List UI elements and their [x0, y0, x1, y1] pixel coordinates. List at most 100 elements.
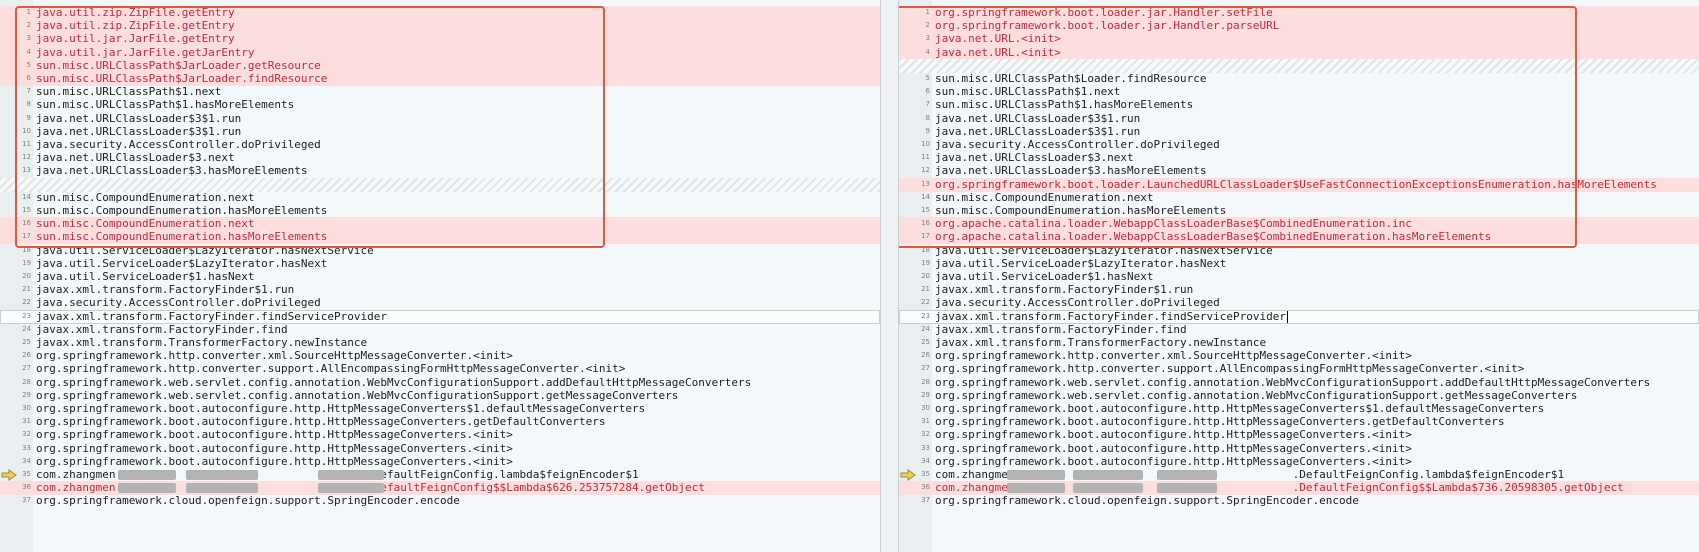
line-number: 14	[921, 192, 930, 201]
code-line[interactable]: 16 org.apache.catalina.loader.WebappClass…	[899, 217, 1699, 232]
code-line[interactable]: 25 javax.xml.transform.TransformerFactory…	[0, 336, 880, 350]
redaction-blur	[1007, 470, 1065, 480]
code-line[interactable]: 17 org.apache.catalina.loader.WebappClass…	[899, 230, 1699, 245]
code-line[interactable]: 34 org.springframework.boot.autoconfigure…	[899, 455, 1699, 469]
code-line[interactable]: 21 javax.xml.transform.FactoryFinder$1.ru…	[899, 283, 1699, 297]
code-text: org.apache.catalina.loader.WebappClassLo…	[935, 230, 1492, 244]
code-line[interactable]: 10 java.security.AccessController.doPrivi…	[899, 138, 1699, 152]
code-line[interactable]: 24 javax.xml.transform.FactoryFinder.find	[0, 323, 880, 337]
code-line[interactable]: 18 java.util.ServiceLoader$LazyIterator.h…	[0, 244, 880, 258]
code-line[interactable]: 34 org.springframework.boot.autoconfigure…	[0, 455, 880, 469]
line-number: 17	[921, 232, 930, 241]
code-line[interactable]: 1 org.springframework.boot.loader.jar.Han…	[899, 6, 1699, 20]
code-line[interactable]: 32 org.springframework.boot.autoconfigure…	[0, 428, 880, 442]
code-line[interactable]: 8 java.net.URLClassLoader$3$1.run	[899, 112, 1699, 126]
code-line[interactable]: 30 org.springframework.boot.autoconfigure…	[899, 402, 1699, 416]
code-line[interactable]: 5 sun.misc.URLClassPath$JarLoader.getReso…	[0, 58, 880, 73]
code-line[interactable]: 32 org.springframework.boot.autoconfigure…	[899, 428, 1699, 442]
code-line[interactable]: 37 org.springframework.cloud.openfeign.su…	[899, 494, 1699, 508]
code-line[interactable]: 19 java.util.ServiceLoader$LazyIterator.h…	[899, 257, 1699, 271]
code-line[interactable]: 1 java.util.zip.ZipFile.getEntry	[0, 6, 880, 20]
line-number: 37	[22, 496, 31, 505]
line-number: 9	[925, 126, 930, 135]
code-line[interactable]: 35 com.zhangmen. .DefaultFeignConfig.lamb…	[0, 468, 880, 482]
code-line[interactable]: 23 javax.xml.transform.FactoryFinder.find…	[899, 309, 1699, 324]
code-line[interactable]: 20 java.util.ServiceLoader$1.hasNext	[899, 270, 1699, 284]
left-diff-pane[interactable]: 1 java.util.zip.ZipFile.getEntry 2 java.uti…	[0, 0, 880, 552]
line-number: 13	[22, 166, 31, 175]
code-line[interactable]: 15 sun.misc.CompoundEnumeration.hasMoreEl…	[899, 204, 1699, 218]
code-line[interactable]: 2 java.util.zip.ZipFile.getEntry	[0, 19, 880, 34]
code-line[interactable]: 5 sun.misc.URLClassPath$Loader.findResour…	[899, 72, 1699, 86]
code-line[interactable]: 7 sun.misc.URLClassPath$1.next	[0, 85, 880, 99]
code-line[interactable]: 29 org.springframework.web.servlet.config…	[899, 389, 1699, 403]
code-line[interactable]: 11 java.security.AccessController.doPrivi…	[0, 138, 880, 152]
code-line[interactable]: 31 org.springframework.boot.autoconfigure…	[899, 415, 1699, 429]
code-text: org.springframework.boot.loader.Launched…	[935, 177, 1657, 191]
code-line[interactable]: 36 com.zhangmen. .DefaultFeignConfig$$Lam…	[0, 481, 880, 496]
code-line[interactable]: 4 java.util.jar.JarFile.getJarEntry	[0, 45, 880, 60]
code-line[interactable]: 21 javax.xml.transform.FactoryFinder$1.ru…	[0, 283, 880, 297]
code-text: org.springframework.boot.autoconfigure.h…	[36, 428, 513, 442]
code-line[interactable]: 10 java.net.URLClassLoader$3$1.run	[0, 125, 880, 139]
line-number: 6	[925, 87, 930, 96]
code-line[interactable]: 2 org.springframework.boot.loader.jar.Han…	[899, 19, 1699, 34]
code-line[interactable]: 22 java.security.AccessController.doPrivi…	[899, 296, 1699, 310]
code-line[interactable]: 22 java.security.AccessController.doPrivi…	[0, 296, 880, 310]
code-line[interactable]: 13 org.springframework.boot.loader.Launch…	[899, 177, 1699, 192]
code-line[interactable]: 15 sun.misc.CompoundEnumeration.hasMoreEl…	[0, 204, 880, 218]
code-line[interactable]: 26 org.springframework.http.converter.xml…	[899, 349, 1699, 363]
code-line[interactable]: 14 sun.misc.CompoundEnumeration.next	[899, 191, 1699, 205]
code-line[interactable]: 8 sun.misc.URLClassPath$1.hasMoreElements	[0, 98, 880, 112]
code-line[interactable]: 27 org.springframework.http.converter.sup…	[0, 362, 880, 376]
code-line[interactable]: 13 java.net.URLClassLoader$3.hasMoreEleme…	[0, 164, 880, 178]
code-line[interactable]: 12 java.net.URLClassLoader$3.hasMoreEleme…	[899, 164, 1699, 178]
code-line[interactable]: 29 org.springframework.web.servlet.config…	[0, 389, 880, 403]
code-line[interactable]: 26 org.springframework.http.converter.xml…	[0, 349, 880, 363]
code-text: sun.misc.URLClassPath$1.hasMoreElements	[36, 98, 295, 112]
code-line[interactable]: 11 java.net.URLClassLoader$3.next	[899, 151, 1699, 165]
code-line[interactable]: 12 java.net.URLClassLoader$3.next	[0, 151, 880, 165]
redaction-blur	[1073, 483, 1143, 494]
code-line[interactable]: 16 sun.misc.CompoundEnumeration.next	[0, 217, 880, 232]
code-line[interactable]: 18 java.util.ServiceLoader$LazyIterator.h…	[899, 244, 1699, 258]
pane-divider[interactable]	[880, 0, 899, 552]
code-line[interactable]: 33 org.springframework.boot.autoconfigure…	[899, 442, 1699, 456]
code-line[interactable]: 37 org.springframework.cloud.openfeign.su…	[0, 494, 880, 508]
code-text: java.net.URLClassLoader$3$1.run	[935, 124, 1141, 138]
code-line[interactable]: 9 java.net.URLClassLoader$3$1.run	[899, 125, 1699, 139]
code-line[interactable]: 9 java.net.URLClassLoader$3$1.run	[0, 112, 880, 126]
code-line[interactable]	[0, 177, 880, 192]
code-line[interactable]: 23 javax.xml.transform.FactoryFinder.find…	[0, 309, 880, 324]
code-line[interactable]: 6 sun.misc.URLClassPath$1.next	[899, 85, 1699, 99]
code-text: javax.xml.transform.FactoryFinder$1.run	[36, 283, 295, 297]
code-line[interactable]: 4 java.net.URL.<init>	[899, 45, 1699, 60]
code-line[interactable]: 33 org.springframework.boot.autoconfigure…	[0, 442, 880, 456]
code-text: org.springframework.boot.autoconfigure.h…	[36, 454, 513, 468]
code-line[interactable]: 3 java.util.jar.JarFile.getEntry	[0, 32, 880, 47]
code-line[interactable]: 28 org.springframework.web.servlet.config…	[0, 376, 880, 390]
code-line[interactable]: 17 sun.misc.CompoundEnumeration.hasMoreEl…	[0, 230, 880, 245]
line-number: 32	[22, 430, 31, 439]
code-text: org.springframework.boot.autoconfigure.h…	[935, 402, 1545, 415]
code-line[interactable]: 6 sun.misc.URLClassPath$JarLoader.findRes…	[0, 72, 880, 86]
code-line[interactable]	[899, 58, 1699, 73]
code-line[interactable]: 14 sun.misc.CompoundEnumeration.next	[0, 191, 880, 205]
code-line[interactable]: 35 com.zhangmen .DefaultFeignConfig.lambd…	[899, 468, 1699, 482]
redaction-blur	[186, 470, 258, 480]
code-line[interactable]: 31 org.springframework.boot.autoconfigure…	[0, 415, 880, 429]
code-line[interactable]: 28 org.springframework.web.servlet.config…	[899, 376, 1699, 390]
code-line[interactable]: 7 sun.misc.URLClassPath$1.hasMoreElements	[899, 98, 1699, 112]
code-line[interactable]: 19 java.util.ServiceLoader$LazyIterator.h…	[0, 257, 880, 271]
line-number: 19	[22, 258, 31, 267]
right-diff-pane[interactable]: 1 org.springframework.boot.loader.jar.Han…	[899, 0, 1699, 552]
code-line[interactable]: 30 org.springframework.boot.autoconfigure…	[0, 402, 880, 416]
code-line[interactable]: 36 com.zhangmen .DefaultFeignConfig$$Lamb…	[899, 481, 1699, 496]
code-line[interactable]: 3 java.net.URL.<init>	[899, 32, 1699, 47]
code-line[interactable]: 27 org.springframework.http.converter.sup…	[899, 362, 1699, 376]
code-text: org.springframework.boot.autoconfigure.h…	[935, 441, 1412, 455]
code-line[interactable]: 24 javax.xml.transform.FactoryFinder.find	[899, 323, 1699, 337]
line-number: 19	[921, 258, 930, 267]
code-line[interactable]: 25 javax.xml.transform.TransformerFactory…	[899, 336, 1699, 350]
code-line[interactable]: 20 java.util.ServiceLoader$1.hasNext	[0, 270, 880, 284]
